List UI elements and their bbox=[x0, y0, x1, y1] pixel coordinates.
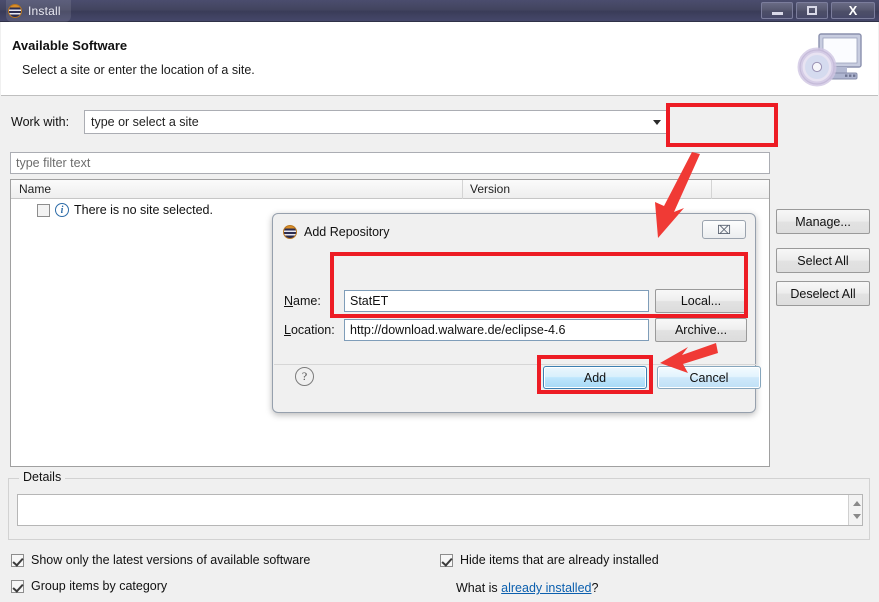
dialog-cancel-button[interactable]: Cancel bbox=[657, 366, 761, 389]
window-titlebar: Install X bbox=[0, 0, 879, 22]
wizard-header: Available Software Select a site or ente… bbox=[1, 22, 878, 96]
checkbox[interactable] bbox=[440, 553, 453, 567]
archive-button-label: Archive... bbox=[674, 323, 728, 337]
work-with-label: Work with: bbox=[11, 115, 70, 129]
option-label: Group items by category bbox=[31, 579, 168, 593]
minimize-icon bbox=[771, 11, 783, 15]
what-is-suffix: ? bbox=[591, 581, 599, 595]
help-icon[interactable]: ? bbox=[295, 367, 314, 386]
option-label: Show only the latest versions of availab… bbox=[31, 553, 311, 567]
location-label: Location: bbox=[284, 323, 335, 337]
filter-input[interactable]: type filter text bbox=[10, 152, 770, 174]
dialog-title: Add Repository bbox=[304, 225, 390, 239]
dialog-add-button-label: Add bbox=[583, 370, 607, 385]
dialog-cancel-button-label: Cancel bbox=[689, 370, 729, 385]
name-field[interactable]: StatET bbox=[344, 290, 649, 312]
option-group-by-category[interactable]: Group items by category bbox=[11, 579, 167, 593]
archive-button[interactable]: Archive... bbox=[655, 318, 747, 342]
filter-placeholder: type filter text bbox=[16, 156, 91, 170]
work-with-combo[interactable]: type or select a site bbox=[84, 110, 670, 134]
details-legend: Details bbox=[19, 470, 66, 484]
manage-sites-button[interactable]: Manage... bbox=[776, 209, 870, 234]
maximize-icon bbox=[807, 6, 817, 15]
scroll-down-icon[interactable] bbox=[853, 514, 861, 519]
scroll-up-icon[interactable] bbox=[853, 501, 861, 506]
row-name: There is no site selected. bbox=[74, 203, 213, 217]
column-header-version: Version bbox=[470, 182, 511, 196]
details-group: Details bbox=[8, 470, 870, 540]
dialog-form: Name: StatET Local... Location: http://d… bbox=[281, 247, 749, 357]
window-title: Install bbox=[28, 4, 61, 18]
page-subtitle: Select a site or enter the location of a… bbox=[22, 63, 255, 77]
table-header: Name Version bbox=[11, 180, 769, 199]
local-button[interactable]: Local... bbox=[655, 289, 747, 313]
row-checkbox[interactable] bbox=[37, 203, 50, 217]
what-is-already-installed: What is already installed? bbox=[456, 581, 598, 595]
work-with-value: type or select a site bbox=[91, 115, 199, 129]
monitor-with-disc-icon bbox=[797, 33, 862, 87]
location-field[interactable]: http://download.walware.de/eclipse-4.6 bbox=[344, 319, 649, 341]
window-title-group: Install bbox=[6, 0, 71, 22]
window-controls: X bbox=[761, 2, 875, 19]
checkbox[interactable] bbox=[11, 553, 24, 567]
checkbox[interactable] bbox=[11, 579, 24, 593]
install-wizard-window: Install X Available Software Select a si… bbox=[0, 0, 879, 602]
what-is-prefix: What is bbox=[456, 581, 502, 595]
column-header-name: Name bbox=[19, 182, 52, 196]
local-button-label: Local... bbox=[680, 294, 722, 308]
close-icon: X bbox=[848, 3, 858, 18]
name-value: StatET bbox=[350, 294, 389, 308]
minimize-button[interactable] bbox=[761, 2, 793, 19]
details-text[interactable] bbox=[17, 494, 863, 526]
eclipse-icon bbox=[8, 4, 22, 18]
select-all-button[interactable]: Select All bbox=[776, 248, 870, 273]
info-icon: i bbox=[55, 203, 69, 217]
option-hide-installed[interactable]: Hide items that are already installed bbox=[440, 553, 659, 567]
already-installed-link[interactable]: already installed bbox=[501, 581, 591, 595]
work-with-row: Work with: type or select a site bbox=[1, 110, 878, 136]
dialog-close-button[interactable]: ⌧ bbox=[702, 220, 746, 239]
option-show-latest-versions[interactable]: Show only the latest versions of availab… bbox=[11, 553, 310, 567]
dialog-title-group: Add Repository bbox=[283, 222, 389, 242]
name-label: Name: bbox=[284, 294, 321, 308]
add-repository-dialog: Add Repository ⌧ Name: StatET Local... L… bbox=[272, 213, 761, 413]
details-scrollbar[interactable] bbox=[848, 495, 862, 525]
maximize-button[interactable] bbox=[796, 2, 828, 19]
page-title: Available Software bbox=[12, 38, 128, 53]
dialog-separator bbox=[274, 364, 756, 365]
close-icon: ⌧ bbox=[717, 222, 731, 237]
chevron-down-icon[interactable] bbox=[653, 120, 661, 125]
eclipse-icon bbox=[283, 225, 297, 239]
location-value: http://download.walware.de/eclipse-4.6 bbox=[350, 323, 566, 337]
dialog-add-button[interactable]: Add bbox=[543, 366, 647, 389]
column-divider bbox=[711, 180, 712, 199]
option-label: Hide items that are already installed bbox=[460, 553, 659, 567]
close-button[interactable]: X bbox=[831, 2, 875, 19]
column-divider bbox=[462, 180, 463, 199]
deselect-all-button[interactable]: Deselect All bbox=[776, 281, 870, 306]
